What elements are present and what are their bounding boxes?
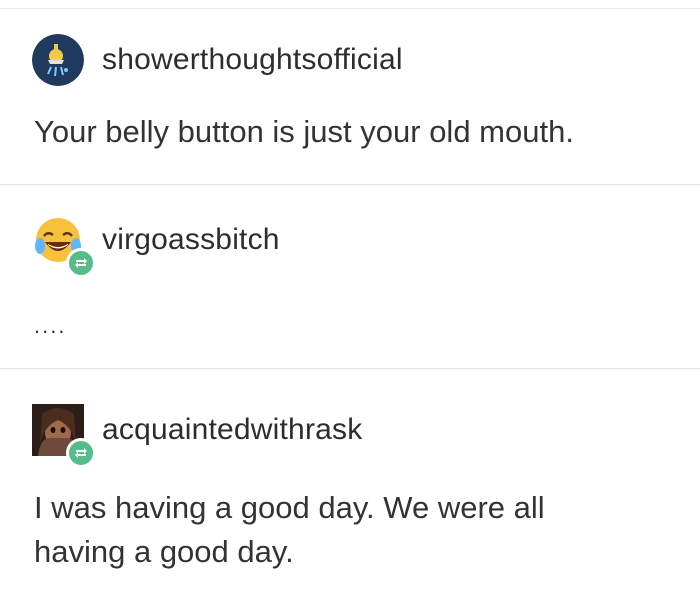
post-header: acquaintedwithrask [32, 404, 362, 468]
username[interactable]: virgoassbitch [102, 223, 280, 257]
post-text: Your belly button is just your old mouth… [34, 114, 574, 149]
shower-head-icon [32, 34, 84, 86]
avatar[interactable] [32, 34, 84, 86]
reblog-icon [66, 438, 96, 468]
reblog-icon [66, 248, 96, 278]
avatar[interactable] [32, 214, 96, 278]
post-header: showerthoughtsofficial [32, 34, 403, 86]
username[interactable]: showerthoughtsofficial [102, 43, 403, 77]
post-divider [0, 184, 700, 185]
avatar[interactable] [32, 404, 96, 468]
post-text-line: having a good day. [34, 534, 294, 569]
username[interactable]: acquaintedwithrask [102, 413, 362, 447]
post-text: I was having a good day. We were all hav… [34, 486, 545, 574]
post-header: virgoassbitch [32, 214, 280, 278]
top-divider [0, 8, 700, 9]
post-divider [0, 368, 700, 369]
post-text-line: I was having a good day. We were all [34, 490, 545, 525]
post-text: .... [34, 313, 67, 338]
